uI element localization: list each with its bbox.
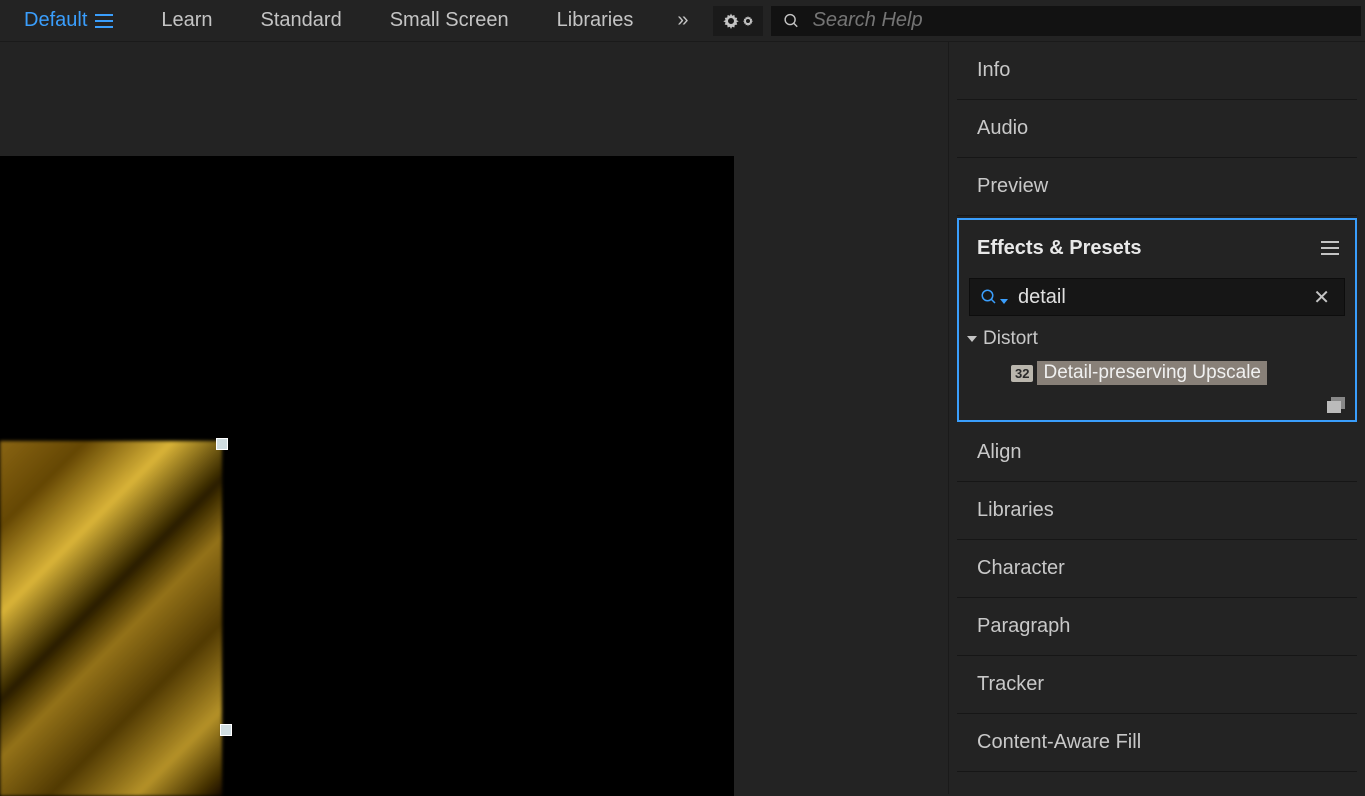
effects-search-box[interactable]: ✕: [969, 278, 1345, 316]
panel-tab-content-aware-fill[interactable]: Content-Aware Fill: [957, 714, 1357, 772]
panel-tab-preview[interactable]: Preview: [957, 158, 1357, 216]
panel-label: Preview: [977, 175, 1048, 198]
panel-tab-tracker[interactable]: Tracker: [957, 656, 1357, 714]
clear-search-icon[interactable]: ✕: [1309, 285, 1334, 310]
panel-label: Info: [977, 59, 1010, 82]
bit-depth-badge: 32: [1011, 365, 1033, 382]
selection-handle[interactable]: [216, 438, 228, 450]
panel-label: Audio: [977, 117, 1028, 140]
effects-presets-panel: Effects & Presets ✕ Distort 32 Detail-pr…: [957, 218, 1357, 422]
chevron-down-icon: [967, 336, 977, 342]
double-gear-icon: [722, 12, 754, 30]
effect-item-detail-preserving-upscale[interactable]: 32 Detail-preserving Upscale: [959, 356, 1355, 390]
effects-panel-footer: [959, 390, 1355, 420]
search-icon: [980, 288, 998, 306]
panel-label: Content-Aware Fill: [977, 731, 1141, 754]
category-label: Distort: [983, 328, 1038, 350]
effects-search-input[interactable]: [1018, 286, 1309, 309]
workspace-tab-label: Standard: [261, 9, 342, 32]
overflow-chevron-icon[interactable]: »: [657, 9, 705, 32]
panel-tab-libraries[interactable]: Libraries: [957, 482, 1357, 540]
selection-handle[interactable]: [220, 724, 232, 736]
search-help-input[interactable]: [813, 9, 1349, 32]
panel-tab-character[interactable]: Character: [957, 540, 1357, 598]
effect-name-label: Detail-preserving Upscale: [1037, 361, 1267, 385]
workspace-tab-default[interactable]: Default: [0, 0, 137, 41]
effects-panel-header[interactable]: Effects & Presets: [959, 220, 1355, 276]
search-icon: [783, 12, 800, 30]
panel-tab-align[interactable]: Align: [957, 424, 1357, 482]
panel-label: Paragraph: [977, 615, 1070, 638]
panel-menu-icon[interactable]: [1321, 241, 1339, 255]
panel-tab-info[interactable]: Info: [957, 42, 1357, 100]
workspace-tab-learn[interactable]: Learn: [137, 0, 236, 41]
panel-tab-paragraph[interactable]: Paragraph: [957, 598, 1357, 656]
workspace-bar: Default Learn Standard Small Screen Libr…: [0, 0, 1365, 42]
panel-label: Align: [977, 441, 1021, 464]
panel-label: Tracker: [977, 673, 1044, 696]
settings-button[interactable]: [713, 6, 763, 36]
workspace-tab-small-screen[interactable]: Small Screen: [366, 0, 533, 41]
footage-layer[interactable]: [0, 441, 222, 796]
right-panel-group: Info Audio Preview Effects & Presets ✕ D…: [949, 42, 1365, 794]
workspace-tab-label: Small Screen: [390, 9, 509, 32]
composition-canvas[interactable]: [0, 156, 734, 796]
main-area: Info Audio Preview Effects & Presets ✕ D…: [0, 42, 1365, 794]
hamburger-icon[interactable]: [95, 14, 113, 28]
panel-label: Character: [977, 557, 1065, 580]
workspace-tab-libraries[interactable]: Libraries: [533, 0, 658, 41]
workspace-tab-label: Learn: [161, 9, 212, 32]
search-help-box[interactable]: [771, 6, 1361, 36]
composition-viewer[interactable]: [0, 42, 949, 794]
panel-tab-audio[interactable]: Audio: [957, 100, 1357, 158]
effects-panel-title: Effects & Presets: [977, 237, 1142, 260]
new-folder-icon[interactable]: [1327, 397, 1345, 413]
workspace-tab-standard[interactable]: Standard: [237, 0, 366, 41]
panel-label: Libraries: [977, 499, 1054, 522]
workspace-tab-label: Libraries: [557, 9, 634, 32]
workspace-tabs: Default Learn Standard Small Screen Libr…: [0, 0, 705, 41]
chevron-down-icon[interactable]: [1000, 299, 1008, 304]
workspace-tab-label: Default: [24, 9, 87, 32]
effect-category-distort[interactable]: Distort: [959, 322, 1355, 356]
